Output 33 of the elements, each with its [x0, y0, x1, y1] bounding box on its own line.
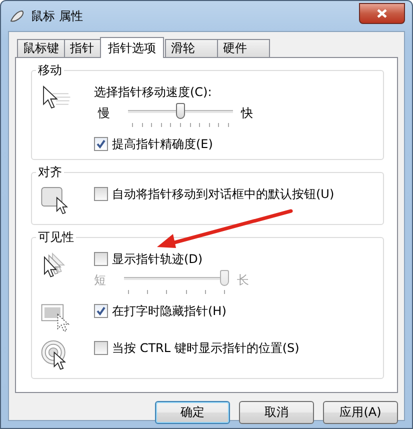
dialog-button[interactable]: 应用(A): [323, 401, 398, 424]
hidden-cursor-icon: [40, 302, 72, 334]
close-icon: [375, 8, 389, 18]
group-title: 移动: [37, 62, 63, 79]
checkbox[interactable]: [94, 341, 108, 355]
slider-min-label: 短: [94, 272, 107, 289]
checkbox-label: 显示指针轨迹(D): [112, 250, 203, 268]
group-title: 对齐: [37, 164, 63, 181]
checkbox-label: 在打字时隐藏指针(H): [112, 302, 226, 320]
tab[interactable]: 指针: [64, 39, 102, 57]
slider-max-label: 长: [237, 272, 250, 289]
checkbox[interactable]: [94, 187, 108, 201]
slider-min-label: 慢: [98, 105, 111, 122]
checkbox[interactable]: [94, 252, 108, 266]
slider-thumb[interactable]: [176, 103, 185, 119]
checkbox-label: 提高指针精确度(E): [112, 136, 213, 152]
group-title: 可见性: [37, 229, 75, 246]
tab[interactable]: 硬件: [217, 39, 270, 57]
close-button[interactable]: [359, 2, 405, 24]
slider-max-label: 快: [241, 105, 254, 122]
dialog-button[interactable]: 确定: [155, 401, 230, 424]
checkbox[interactable]: [94, 137, 108, 151]
slider-track[interactable]: [124, 270, 229, 296]
tab[interactable]: 鼠标键: [17, 39, 65, 57]
dialog-button[interactable]: 取消: [239, 401, 314, 424]
checkbox-label: 自动将指针移动到对话框中的默认按钮(U): [112, 186, 334, 202]
tab[interactable]: 滑轮: [165, 39, 218, 57]
checkbox-label: 当按 CTRL 键时显示指针的位置(S): [112, 340, 300, 356]
window-title: 鼠标 属性: [31, 8, 84, 24]
tab[interactable]: 指针选项: [100, 37, 164, 58]
slider-track[interactable]: [128, 103, 233, 129]
checkbox[interactable]: [94, 304, 108, 318]
setting-label: 选择指针移动速度(C):: [94, 84, 213, 100]
